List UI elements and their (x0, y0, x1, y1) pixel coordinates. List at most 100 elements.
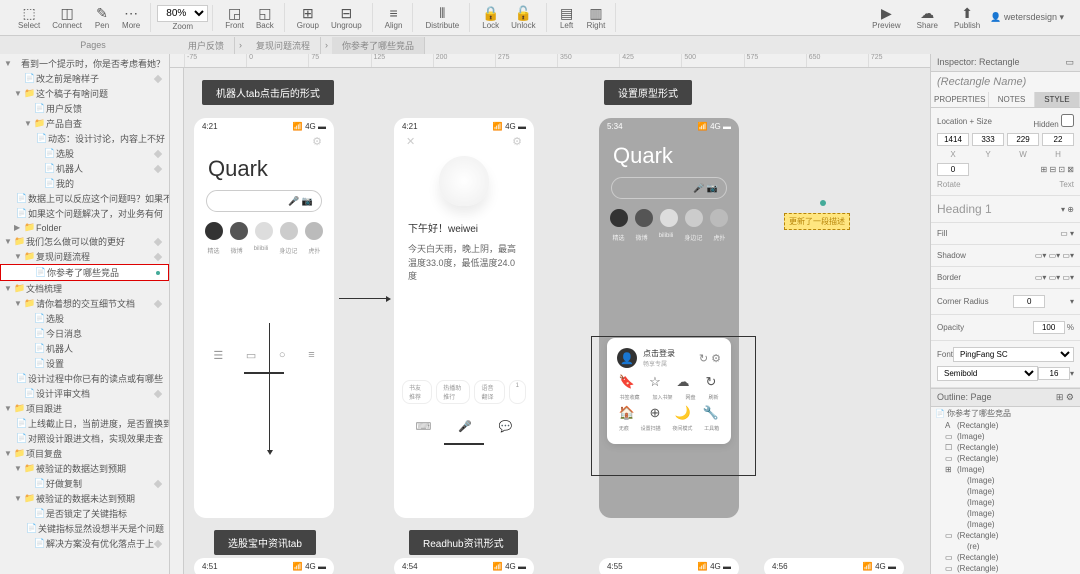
tree-item[interactable]: 📄上线截止日，当前进度，是否置换到 (0, 416, 169, 431)
element-name[interactable]: (Rectangle Name) (931, 72, 1080, 92)
outline-item[interactable]: (Image) (931, 519, 1080, 530)
tree-item[interactable]: 📄选股 (0, 146, 169, 161)
tree-item[interactable]: ▼📁这个稿子有啥问题 (0, 86, 169, 101)
tree-item[interactable]: 📄对照设计跟进文档，实现效果走查 (0, 431, 169, 446)
preview-button[interactable]: ▶Preview (866, 3, 906, 32)
outline-item[interactable]: (Image) (931, 475, 1080, 486)
back-button[interactable]: ◱Back (250, 3, 280, 32)
tree-item[interactable]: 📄今日消息 (0, 326, 169, 341)
shadow-controls[interactable]: ▭▾ ▭▾ ▭▾ (1035, 251, 1074, 260)
tree-item[interactable]: 📄动态：设计讨论，内容上不好 (0, 131, 169, 146)
tree-item[interactable]: ▼📁我们怎么做可以做的更好 (0, 234, 169, 249)
tree-item[interactable]: 📄数据上可以反应这个问题吗？如果不 (0, 191, 169, 206)
tab-2[interactable]: 复现问题流程 (246, 37, 321, 54)
annotation-note[interactable]: 更新了一段描述 (784, 213, 850, 230)
tree-item[interactable]: ▼📁文档梳理 (0, 281, 169, 296)
tree-item[interactable]: 📄选股 (0, 311, 169, 326)
outline-item[interactable]: ▭(Rectangle) (931, 552, 1080, 563)
phone-mockup-1[interactable]: 4:21📶 4G ▬ ⚙ Quark 🎤 📷 精选微博bilibili身边记虎扑… (194, 118, 334, 518)
tree-item[interactable]: 📄用户反馈 (0, 101, 169, 116)
tree-item[interactable]: 📄机器人 (0, 161, 169, 176)
ruler-vertical (170, 68, 184, 574)
zoom-select[interactable]: 80% (157, 5, 208, 22)
tree-item[interactable]: 📄如果这个问题解决了，对业务有何 (0, 206, 169, 221)
heading-dropdown[interactable]: ▾ ⊕ (1061, 205, 1074, 214)
tree-item[interactable]: 📄解决方案没有优化落点于上 (0, 536, 169, 551)
document-tabs: Pages 用户反馈 › 复现问题流程 › 你参考了哪些竞品 (0, 36, 1080, 54)
outline-item[interactable]: ☐(Rectangle) (931, 442, 1080, 453)
right-button[interactable]: ▥Right (581, 3, 612, 32)
tree-item[interactable]: ▶📁Folder (0, 221, 169, 234)
font-family-select[interactable]: PingFang SC (953, 347, 1074, 362)
outline-item[interactable]: ⊞(Image) (931, 464, 1080, 475)
y-input[interactable] (972, 133, 1004, 146)
font-size-input[interactable] (1038, 367, 1070, 380)
outline-item[interactable]: 📄你参考了哪些竞品 (931, 407, 1080, 420)
h-input[interactable] (1042, 133, 1074, 146)
pen-tool[interactable]: ✎Pen (88, 3, 116, 32)
outline-item[interactable]: ▭(Image) (931, 431, 1080, 442)
outline-item[interactable]: (re) (931, 541, 1080, 552)
tab-notes[interactable]: NOTES (989, 92, 1034, 107)
tab-1[interactable]: 用户反馈 (178, 37, 235, 54)
tree-item[interactable]: 📄你参考了哪些竞品 (0, 264, 169, 281)
tree-item[interactable]: ▼📁复现问题流程 (0, 249, 169, 264)
tree-item[interactable]: 📄设计评审文档 (0, 386, 169, 401)
fill-color[interactable]: ▭ ▾ (1060, 229, 1074, 238)
tab-style[interactable]: STYLE (1035, 92, 1080, 107)
more-tool[interactable]: ⋯More (116, 3, 146, 32)
tree-item[interactable]: 📄设计过程中你已有的读点或有哪些 (0, 371, 169, 386)
tree-item[interactable]: 📄好做复制 (0, 476, 169, 491)
tree-item[interactable]: ▼📁请你着想的交互细节文档 (0, 296, 169, 311)
tree-item[interactable]: 📄机器人 (0, 341, 169, 356)
tree-item[interactable]: ▼看到一个提示时，你是否考虑看她？ (0, 56, 169, 71)
outline-item[interactable]: (Image) (931, 508, 1080, 519)
tab-properties[interactable]: PROPERTIES (931, 92, 989, 107)
outline-item[interactable]: ▭(Rectangle) (931, 453, 1080, 464)
connect-tool[interactable]: ◫Connect (46, 3, 88, 32)
outline-item[interactable]: (Image) (931, 486, 1080, 497)
publish-button[interactable]: ⬆Publish (948, 3, 986, 32)
outline-item[interactable]: ▭(Rectangle) (931, 530, 1080, 541)
front-button[interactable]: ◲Front (219, 3, 250, 32)
unlock-button[interactable]: 🔓Unlock (505, 3, 541, 32)
hidden-checkbox[interactable] (1061, 114, 1074, 127)
tree-item[interactable]: 📄设置 (0, 356, 169, 371)
share-button[interactable]: ☁Share (911, 3, 944, 32)
ungroup-button[interactable]: ⊟Ungroup (325, 3, 368, 32)
border-controls[interactable]: ▭▾ ▭▾ ▭▾ (1035, 273, 1074, 282)
tree-item[interactable]: 📄是否锁定了关键指标 (0, 506, 169, 521)
search-bar[interactable]: 🎤 📷 (206, 190, 322, 212)
group-button[interactable]: ⊞Group (291, 3, 325, 32)
phone-mockup-2[interactable]: 4:21📶 4G ▬ ✕⚙ 下午好！weiwei 今天白天雨，晚上阴，最高温度3… (394, 118, 534, 518)
left-button[interactable]: ▤Left (553, 3, 581, 32)
x-input[interactable] (937, 133, 969, 146)
quark-logo: Quark (194, 148, 334, 186)
tree-item[interactable]: ▼📁项目复盘 (0, 446, 169, 461)
selection-rect[interactable] (591, 336, 756, 476)
tree-item[interactable]: 📄改之前是啥样子 (0, 71, 169, 86)
tree-item[interactable]: 📄我的 (0, 176, 169, 191)
font-weight-select[interactable]: Semibold (937, 366, 1038, 381)
align-button[interactable]: ≡Align (379, 3, 409, 32)
corner-input[interactable] (1013, 295, 1045, 308)
outline-item[interactable]: ▭(Rectangle) (931, 563, 1080, 574)
select-tool[interactable]: ⬚Select (12, 3, 46, 32)
tree-item[interactable]: ▼📁产品自查 (0, 116, 169, 131)
canvas[interactable]: -75075125200275350425500575650725 机器人tab… (170, 54, 930, 574)
tree-item[interactable]: 📄关键指标显然设想半天是个问题 (0, 521, 169, 536)
rotate-input[interactable] (937, 163, 969, 176)
tree-item[interactable]: ▼📁被验证的数据达到预期 (0, 461, 169, 476)
tree-item[interactable]: ▼📁被验证的数据未达到预期 (0, 491, 169, 506)
tab-3[interactable]: 你参考了哪些竞品 (332, 37, 425, 54)
inspector-icon[interactable]: ▭ (1065, 57, 1074, 68)
opacity-input[interactable] (1033, 321, 1065, 334)
distribute-button[interactable]: ⫴Distribute (419, 3, 465, 32)
user-menu[interactable]: 👤 wetersdesign ▾ (990, 12, 1064, 23)
outline-item[interactable]: A(Rectangle) (931, 420, 1080, 431)
outline-item[interactable]: (Image) (931, 497, 1080, 508)
lock-button[interactable]: 🔒Lock (476, 3, 505, 32)
main-toolbar: ⬚Select ◫Connect ✎Pen ⋯More 80% Zoom ◲Fr… (0, 0, 1080, 36)
tree-item[interactable]: ▼📁项目跟进 (0, 401, 169, 416)
w-input[interactable] (1007, 133, 1039, 146)
